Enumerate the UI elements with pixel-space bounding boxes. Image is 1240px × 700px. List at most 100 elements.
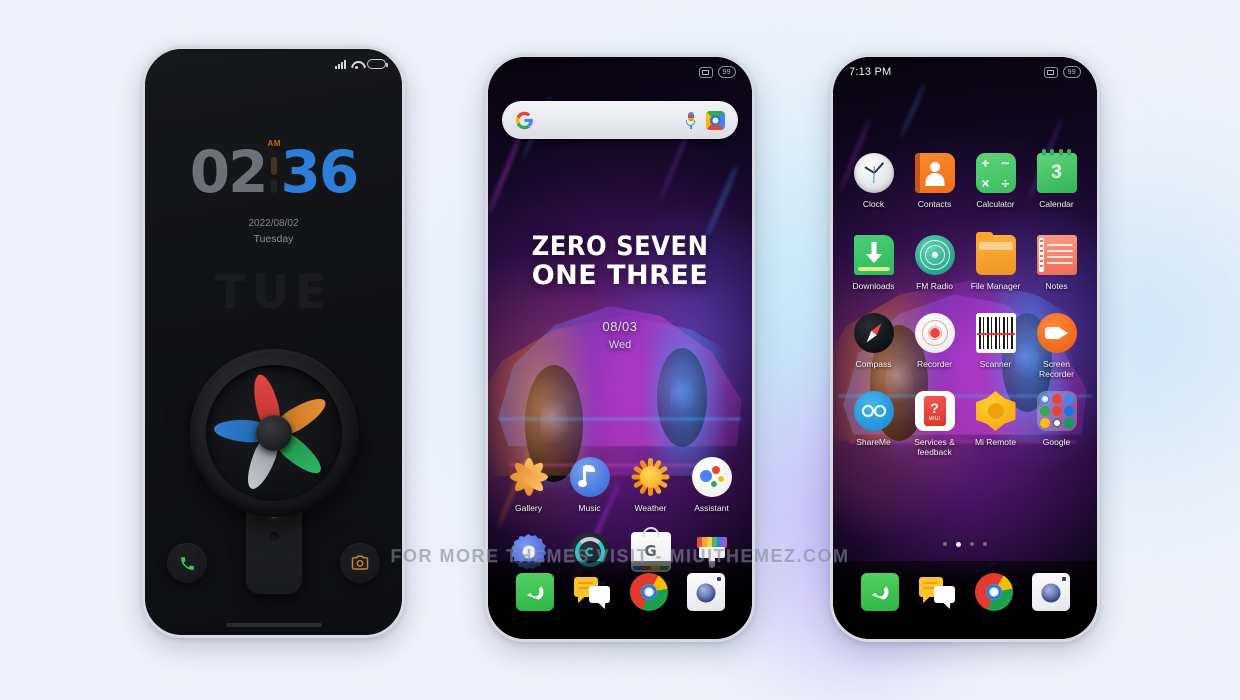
battery-badge: 99 bbox=[717, 66, 736, 78]
app-downloads[interactable]: Downloads bbox=[843, 235, 904, 291]
camera-icon[interactable] bbox=[1031, 573, 1070, 611]
camera-icon[interactable] bbox=[686, 573, 725, 611]
screen-recorder-icon bbox=[1036, 313, 1077, 353]
lock-clock-hours: 02 bbox=[189, 138, 269, 206]
app-music[interactable]: Music bbox=[559, 457, 620, 513]
fan-button-bottom[interactable] bbox=[268, 532, 279, 542]
app-label: Notes bbox=[1045, 281, 1068, 291]
app-label: Contacts bbox=[917, 199, 952, 209]
messages-icon[interactable] bbox=[918, 573, 956, 611]
app-gallery[interactable]: Gallery bbox=[498, 457, 559, 513]
google-folder-icon bbox=[1036, 391, 1077, 431]
chrome-icon[interactable] bbox=[974, 573, 1013, 611]
app-assistant[interactable]: Assistant bbox=[681, 457, 742, 513]
clock-icon bbox=[853, 153, 894, 193]
homescreen-statusbar: 99 bbox=[488, 57, 752, 87]
pinwheel-fan-widget[interactable] bbox=[185, 349, 363, 599]
lock-date: 2022/08/02 bbox=[248, 218, 299, 229]
page-dot[interactable] bbox=[943, 542, 947, 546]
camera-icon bbox=[351, 555, 369, 570]
app-compass[interactable]: Compass bbox=[843, 313, 904, 379]
recorder-icon bbox=[914, 313, 955, 353]
page-dot-active[interactable] bbox=[956, 542, 961, 547]
phone-icon[interactable] bbox=[515, 573, 554, 611]
lockscreen-statusbar bbox=[145, 49, 402, 79]
calendar-icon: 3 bbox=[1036, 149, 1077, 193]
battery-badge: 99 bbox=[1062, 66, 1081, 78]
google-search-bar[interactable] bbox=[502, 101, 738, 139]
fan-hub bbox=[255, 415, 292, 451]
wallpaper-title: ZERO SEVEN ONE THREE bbox=[488, 231, 752, 291]
phone-icon[interactable] bbox=[860, 573, 899, 611]
app-notes[interactable]: Notes bbox=[1026, 235, 1087, 291]
app-label: Screen Recorder bbox=[1039, 359, 1074, 380]
miui-services-icon: ? MIUI bbox=[914, 391, 955, 431]
screenshot-icon bbox=[698, 66, 713, 78]
page-indicator[interactable] bbox=[833, 542, 1097, 547]
signal-icon bbox=[335, 59, 346, 69]
downloads-icon bbox=[853, 235, 894, 275]
lockscreen-screen: 02 AM 36 2022/08/02 Tuesday TUE bbox=[145, 49, 402, 635]
folder-google[interactable]: Google bbox=[1026, 391, 1087, 457]
homescreen-dock bbox=[488, 561, 752, 639]
app-screen-recorder[interactable]: Screen Recorder bbox=[1026, 313, 1087, 379]
microphone-icon[interactable] bbox=[686, 111, 695, 129]
appsscreen-grid-row1: Clock Contacts + − × ÷ Calculator 3 Calenda… bbox=[843, 149, 1087, 209]
lock-big-weekday: TUE bbox=[214, 265, 333, 319]
compass-icon bbox=[853, 313, 894, 353]
appsscreen-grid-row4: ShareMe ? MIUI Services & feedback Mi Re… bbox=[843, 391, 1087, 457]
app-scanner[interactable]: Scanner bbox=[965, 313, 1026, 379]
app-label: Services & feedback bbox=[914, 437, 955, 458]
phone-icon bbox=[180, 556, 194, 570]
app-label: File Manager bbox=[970, 281, 1021, 291]
lockscreen-camera-shortcut[interactable] bbox=[340, 543, 380, 583]
app-fm-radio[interactable]: FM Radio bbox=[904, 235, 965, 291]
app-calculator[interactable]: + − × ÷ Calculator bbox=[965, 153, 1026, 209]
homescreen-screen: 99 ZERO SEVEN ONE THREE 08/03 Wed Galler… bbox=[488, 57, 752, 639]
notes-icon bbox=[1036, 235, 1077, 275]
app-label: Clock bbox=[862, 199, 885, 209]
wallpaper-date: 08/03 bbox=[602, 319, 638, 334]
app-label: ShareMe bbox=[856, 437, 891, 447]
app-label: Gallery bbox=[515, 503, 542, 513]
screenshot-icon bbox=[1043, 66, 1058, 78]
google-lens-icon[interactable] bbox=[706, 110, 725, 130]
mi-remote-icon bbox=[975, 391, 1016, 431]
app-label: Downloads bbox=[852, 281, 895, 291]
contacts-icon bbox=[914, 153, 955, 193]
assistant-icon bbox=[691, 457, 732, 497]
app-label: Calculator bbox=[976, 199, 1015, 209]
app-label: Scanner bbox=[979, 359, 1012, 369]
file-manager-icon bbox=[975, 232, 1016, 275]
app-recorder[interactable]: Recorder bbox=[904, 313, 965, 379]
phone-appsscreen: 7:13 PM 99 Clock Contacts + − × ÷ Calculato… bbox=[830, 54, 1100, 642]
app-mi-remote[interactable]: Mi Remote bbox=[965, 391, 1026, 457]
appsscreen-dock bbox=[833, 561, 1097, 639]
weather-icon bbox=[631, 457, 671, 497]
lockscreen-clock: 02 AM 36 bbox=[145, 138, 402, 206]
app-file-manager[interactable]: File Manager bbox=[965, 232, 1026, 291]
chrome-icon[interactable] bbox=[629, 573, 668, 611]
lockscreen-phone-shortcut[interactable] bbox=[167, 543, 207, 583]
question-mark: ? bbox=[930, 399, 939, 416]
app-shareme[interactable]: ShareMe bbox=[843, 391, 904, 457]
page-dot[interactable] bbox=[970, 542, 974, 546]
app-contacts[interactable]: Contacts bbox=[904, 153, 965, 209]
calendar-day: 3 bbox=[1051, 162, 1062, 183]
lock-weekday: Tuesday bbox=[253, 232, 294, 245]
app-clock[interactable]: Clock bbox=[843, 153, 904, 209]
calculator-icon: + − × ÷ bbox=[975, 153, 1016, 193]
app-weather[interactable]: Weather bbox=[620, 457, 681, 513]
google-g-icon bbox=[515, 111, 534, 130]
wallpaper-weekday: Wed bbox=[608, 339, 632, 351]
app-label: Assistant bbox=[694, 503, 729, 513]
homescreen-app-grid-row1: Gallery Music Weather Assistant bbox=[498, 457, 742, 513]
home-indicator bbox=[225, 623, 322, 627]
app-services-feedback[interactable]: ? MIUI Services & feedback bbox=[904, 391, 965, 457]
messages-icon[interactable] bbox=[573, 573, 611, 611]
lock-clock-minutes: 36 bbox=[280, 138, 360, 206]
app-label: FM Radio bbox=[916, 281, 953, 291]
page-dot[interactable] bbox=[983, 542, 987, 546]
app-calendar[interactable]: 3 Calendar bbox=[1026, 149, 1087, 209]
gallery-icon bbox=[509, 457, 549, 497]
